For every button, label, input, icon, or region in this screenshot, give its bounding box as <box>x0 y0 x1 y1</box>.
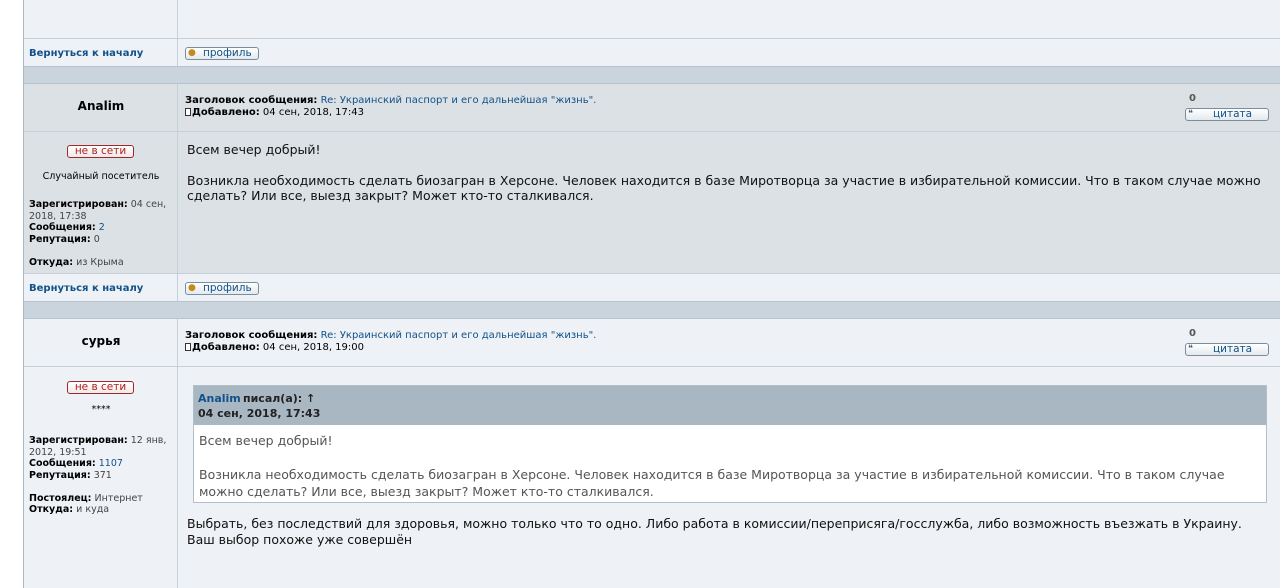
post-body: не в сети Случайный посетитель Зарегистр… <box>24 131 1280 273</box>
post-rating: 0 <box>1189 93 1196 104</box>
forum-topic: Вернуться к началу ● профиль Analim Загол… <box>23 0 1280 588</box>
post-separator <box>24 301 1280 319</box>
user-profile-icon: ● <box>188 283 196 293</box>
author-name[interactable]: сурья <box>24 334 178 348</box>
post-date: 04 сен, 2018, 17:43 <box>262 107 364 118</box>
quote-button[interactable]: ❝ цитата <box>1185 343 1269 356</box>
user-profile-icon: ● <box>188 48 196 58</box>
quote-icon: ❝ <box>1188 109 1193 119</box>
post-link-icon[interactable] <box>185 343 191 351</box>
post-header: сурья Заголовок сообщения: Re: Украински… <box>24 319 1280 366</box>
quote-date: 04 сен, 2018, 17:43 <box>198 407 321 420</box>
post-subject-link[interactable]: Re: Украинский паспорт и его дальнейшая … <box>321 95 597 106</box>
quote-icon: ❝ <box>1188 344 1193 354</box>
post-date: 04 сен, 2018, 19:00 <box>262 342 364 353</box>
status-badge[interactable]: не в сети <box>67 145 134 158</box>
profile-info: Зарегистрирован: 04 сен, 2018, 17:38 Соо… <box>29 199 167 268</box>
user-rank: **** <box>91 404 111 415</box>
post-header: Analim Заголовок сообщения: Re: Украинск… <box>24 84 1280 131</box>
back-to-top-link[interactable]: Вернуться к началу <box>29 48 143 59</box>
posts-count-link[interactable]: 1107 <box>99 458 123 469</box>
post-rating: 0 <box>1189 328 1196 339</box>
profile-button[interactable]: ● профиль <box>185 282 259 295</box>
post-message: Выбрать, без последствий для здоровья, м… <box>187 516 1242 547</box>
post-subject-link[interactable]: Re: Украинский паспорт и его дальнейшая … <box>321 330 597 341</box>
quote-button[interactable]: ❝ цитата <box>1185 108 1269 121</box>
post-footer: Вернуться к началу ● профиль <box>24 273 1280 301</box>
post-link-icon[interactable] <box>185 108 191 116</box>
previous-post-body <box>24 0 1280 38</box>
posts-count-link[interactable]: 2 <box>99 222 105 233</box>
post-body: не в сети **** Зарегистрирован: 12 янв, … <box>24 366 1280 588</box>
quote-author-link[interactable]: Analim <box>198 392 241 405</box>
quote-block: Analim писал(а): ↑ 04 сен, 2018, 17:43 В… <box>193 385 1267 503</box>
quote-wrote-label[interactable]: писал(а): ↑ <box>243 392 315 405</box>
user-rank: Случайный посетитель <box>42 171 160 182</box>
previous-post-footer: Вернуться к началу ● профиль <box>24 38 1280 66</box>
quote-header: Analim писал(а): ↑ 04 сен, 2018, 17:43 <box>194 386 1266 425</box>
author-profile: не в сети **** Зарегистрирован: 12 янв, … <box>24 367 178 588</box>
post-message: Всем вечер добрый! Возникла необходимост… <box>187 142 1261 203</box>
post-separator <box>24 66 1280 84</box>
author-name[interactable]: Analim <box>24 99 178 113</box>
author-profile: не в сети Случайный посетитель Зарегистр… <box>24 132 178 273</box>
profile-button[interactable]: ● профиль <box>185 47 259 60</box>
quote-text: Всем вечер добрый! Возникла необходимост… <box>199 433 1225 499</box>
back-to-top-link[interactable]: Вернуться к началу <box>29 283 143 294</box>
post-meta: Заголовок сообщения: Re: Украинский пасп… <box>185 95 597 118</box>
profile-info: Зарегистрирован: 12 янв, 2012, 19:51 Соо… <box>29 435 167 515</box>
status-badge[interactable]: не в сети <box>67 381 134 394</box>
post-meta: Заголовок сообщения: Re: Украинский пасп… <box>185 330 597 353</box>
